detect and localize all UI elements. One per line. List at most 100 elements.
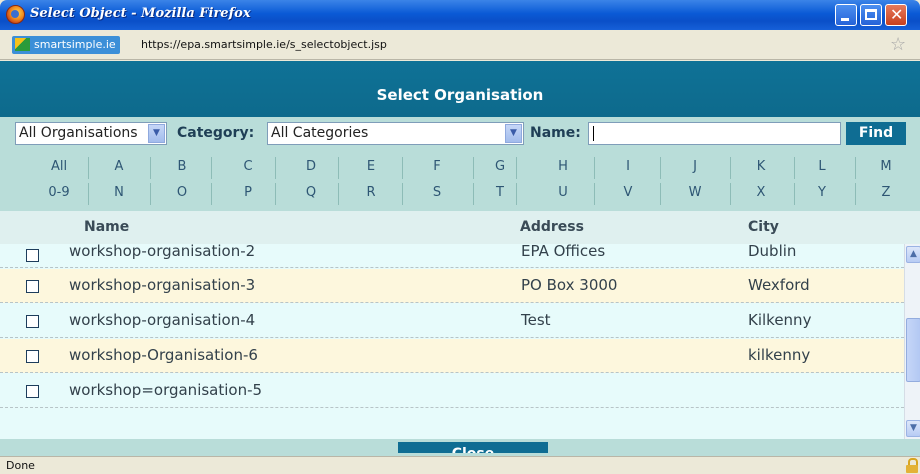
row-name[interactable]: workshop-Organisation-6 bbox=[69, 346, 258, 364]
site-identity-badge[interactable]: smartsimple.ie bbox=[12, 36, 120, 54]
divider bbox=[402, 183, 403, 205]
row-checkbox[interactable] bbox=[26, 315, 39, 328]
alpha-link-b[interactable]: B bbox=[162, 155, 202, 179]
maximize-button[interactable] bbox=[860, 4, 882, 26]
bookmark-star-icon[interactable]: ☆ bbox=[890, 34, 906, 55]
organisation-select[interactable]: All Organisations ▼ bbox=[15, 122, 167, 145]
scroll-up-icon[interactable]: ▲ bbox=[906, 246, 920, 263]
window-title: Select Object - Mozilla Firefox bbox=[30, 6, 251, 21]
row-name[interactable]: workshop=organisation-5 bbox=[69, 381, 262, 399]
divider bbox=[855, 157, 856, 179]
name-search-input[interactable] bbox=[588, 122, 841, 145]
chevron-down-icon[interactable]: ▼ bbox=[148, 124, 165, 143]
lock-icon[interactable] bbox=[906, 458, 918, 473]
table-row[interactable]: workshop=organisation-5 bbox=[0, 374, 904, 408]
alpha-link-x[interactable]: X bbox=[741, 181, 781, 205]
column-header-name[interactable]: Name bbox=[84, 219, 129, 235]
divider bbox=[338, 183, 339, 205]
scroll-down-icon[interactable]: ▼ bbox=[906, 420, 920, 437]
row-checkbox[interactable] bbox=[26, 249, 39, 262]
row-address: Test bbox=[521, 311, 551, 329]
row-checkbox[interactable] bbox=[26, 350, 39, 363]
alpha-link-t[interactable]: T bbox=[480, 181, 520, 205]
column-header-address[interactable]: Address bbox=[520, 219, 584, 235]
minimize-button[interactable] bbox=[835, 4, 857, 26]
minimize-icon bbox=[841, 18, 849, 21]
alpha-link-all[interactable]: All bbox=[39, 155, 79, 179]
find-button[interactable]: Find bbox=[846, 122, 906, 145]
alpha-link-s[interactable]: S bbox=[417, 181, 457, 205]
alpha-link-h[interactable]: H bbox=[543, 155, 583, 179]
row-city: Dublin bbox=[748, 244, 797, 260]
column-header-city[interactable]: City bbox=[748, 219, 779, 235]
text-caret bbox=[593, 126, 594, 141]
row-checkbox[interactable] bbox=[26, 280, 39, 293]
alpha-link-i[interactable]: I bbox=[608, 155, 648, 179]
table-row[interactable]: workshop-organisation-3 PO Box 3000 Wexf… bbox=[0, 269, 904, 303]
alpha-link-d[interactable]: D bbox=[291, 155, 331, 179]
filter-bar: All Organisations ▼ Category: All Catego… bbox=[0, 117, 920, 151]
row-city: Kilkenny bbox=[748, 311, 812, 329]
category-select[interactable]: All Categories ▼ bbox=[267, 122, 524, 145]
url-field[interactable]: https://epa.smartsimple.ie/s_selectobjec… bbox=[141, 38, 387, 51]
page-title: Select Organisation bbox=[376, 86, 544, 104]
divider bbox=[516, 157, 517, 179]
alpha-link-a[interactable]: A bbox=[99, 155, 139, 179]
alpha-link-r[interactable]: R bbox=[351, 181, 391, 205]
alpha-link-y[interactable]: Y bbox=[802, 181, 842, 205]
alphabet-filter: All A B C D E F G H I J K L M 0-9 N O P bbox=[0, 151, 920, 211]
divider bbox=[594, 157, 595, 179]
alpha-link-u[interactable]: U bbox=[543, 181, 583, 205]
alpha-link-v[interactable]: V bbox=[608, 181, 648, 205]
results-list[interactable]: workshop-organisation-2 EPA Offices Dubl… bbox=[0, 244, 904, 439]
alpha-link-n[interactable]: N bbox=[99, 181, 139, 205]
row-name[interactable]: workshop-organisation-2 bbox=[69, 244, 255, 260]
alpha-link-l[interactable]: L bbox=[802, 155, 842, 179]
alpha-link-w[interactable]: W bbox=[675, 181, 715, 205]
table-row[interactable]: workshop-Organisation-6 kilkenny bbox=[0, 339, 904, 373]
alpha-link-0-9[interactable]: 0-9 bbox=[39, 181, 79, 205]
divider bbox=[660, 183, 661, 205]
alpha-link-o[interactable]: O bbox=[162, 181, 202, 205]
alpha-link-j[interactable]: J bbox=[675, 155, 715, 179]
divider bbox=[338, 157, 339, 179]
scrollbar-thumb[interactable] bbox=[906, 318, 920, 382]
row-address: PO Box 3000 bbox=[521, 276, 618, 294]
row-city: kilkenny bbox=[748, 346, 811, 364]
vertical-scrollbar[interactable]: ▲ ▼ bbox=[904, 244, 920, 439]
row-name[interactable]: workshop-organisation-3 bbox=[69, 276, 255, 294]
divider bbox=[402, 157, 403, 179]
divider bbox=[794, 157, 795, 179]
window-titlebar[interactable]: Select Object - Mozilla Firefox ✕ bbox=[0, 0, 920, 30]
address-bar: smartsimple.ie https://epa.smartsimple.i… bbox=[0, 30, 920, 60]
close-window-button[interactable]: ✕ bbox=[885, 4, 907, 26]
alpha-link-z[interactable]: Z bbox=[866, 181, 906, 205]
divider bbox=[473, 183, 474, 205]
site-favicon-icon bbox=[15, 38, 30, 51]
alpha-link-m[interactable]: M bbox=[866, 155, 906, 179]
divider bbox=[730, 157, 731, 179]
name-label: Name: bbox=[530, 125, 581, 141]
chevron-down-icon[interactable]: ▼ bbox=[505, 124, 522, 143]
alpha-link-p[interactable]: P bbox=[228, 181, 268, 205]
alpha-link-c[interactable]: C bbox=[228, 155, 268, 179]
alpha-link-k[interactable]: K bbox=[741, 155, 781, 179]
divider bbox=[473, 157, 474, 179]
status-bar: Done bbox=[0, 456, 920, 474]
table-row[interactable]: workshop-organisation-4 Test Kilkenny bbox=[0, 304, 904, 338]
alpha-link-q[interactable]: Q bbox=[291, 181, 331, 205]
divider bbox=[88, 183, 89, 205]
alpha-link-g[interactable]: G bbox=[480, 155, 520, 179]
category-label: Category: bbox=[177, 125, 255, 141]
alpha-link-f[interactable]: F bbox=[417, 155, 457, 179]
divider bbox=[275, 183, 276, 205]
table-row[interactable]: workshop-organisation-2 EPA Offices Dubl… bbox=[0, 244, 904, 268]
divider bbox=[594, 183, 595, 205]
category-select-value: All Categories bbox=[271, 125, 369, 141]
row-name[interactable]: workshop-organisation-4 bbox=[69, 311, 255, 329]
alpha-link-e[interactable]: E bbox=[351, 155, 391, 179]
maximize-icon bbox=[865, 9, 877, 20]
close-icon: ✕ bbox=[890, 5, 904, 24]
firefox-icon bbox=[6, 5, 25, 24]
row-checkbox[interactable] bbox=[26, 385, 39, 398]
